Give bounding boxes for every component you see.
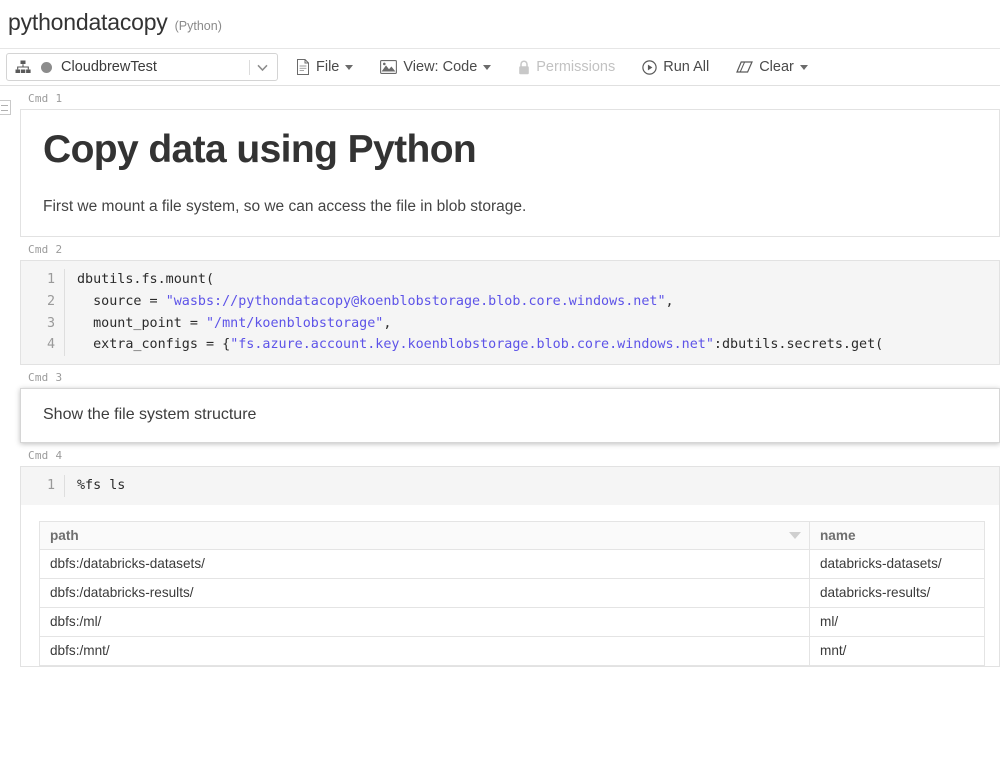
table-row[interactable]: dbfs:/mnt/mnt/ [39,635,985,666]
code-string: "wasbs://pythondatacopy@koenblobstorage.… [165,293,666,309]
markdown-heading: Copy data using Python [43,128,477,171]
table-cell: dbfs:/databricks-datasets/ [39,548,810,579]
markdown-text: Show the file system structure [43,406,257,424]
column-sort-caret-icon[interactable] [789,532,801,540]
table-row[interactable]: dbfs:/databricks-datasets/databricks-dat… [39,548,985,579]
chevron-down-icon [799,64,808,70]
permissions-button: Permissions [509,50,624,84]
code-line: 1 dbutils.fs.mount( [21,269,999,291]
line-number: 1 [21,269,65,291]
notebook-language: (Python) [174,19,222,33]
column-header-path[interactable]: path [39,520,810,550]
notebook-cell-2[interactable]: 1 dbutils.fs.mount( 2 source = "wasbs://py… [20,260,1000,366]
code-token: source = [77,293,166,309]
run-all-label: Run All [663,59,710,75]
table-cell: databricks-results/ [809,577,985,608]
table-cell: databricks-datasets/ [809,548,985,579]
notebook-cell-1[interactable]: Copy data using Python First we mount a … [20,109,1000,237]
clear-label: Clear [759,59,794,75]
cmd-label-text: Cmd [28,92,49,105]
notebook-cell-3[interactable]: Show the file system structure [20,388,1000,444]
table-cell: ml/ [809,606,985,637]
line-number: 2 [21,290,65,313]
notebook-title-bar: pythondatacopy (Python) [0,0,1000,48]
play-circle-icon [642,59,657,75]
code-editor[interactable]: 1 dbutils.fs.mount( 2 source = "wasbs://py… [21,261,999,365]
cmd-label-4: Cmd 4 [0,443,1000,466]
cmd-number: 4 [55,449,63,463]
cmd-label-text: Cmd [28,449,49,463]
notebook-cell-4[interactable]: 1 %fs ls path name dbfs:/databricks-datase… [20,466,1000,667]
code-line: 1 %fs ls [21,475,999,497]
cmd-label-1: Cmd 1 [0,86,1000,109]
code-token: extra_configs = { [77,337,231,353]
code-token: :dbutils.secrets.get( [713,337,884,353]
chevron-down-icon [483,64,492,70]
cmd-label-2: Cmd 2 [0,237,1000,260]
code-text: mount_point = "/mnt/koenblobstorage", [65,313,391,335]
image-icon [380,60,398,74]
table-row[interactable]: dbfs:/ml/ml/ [39,606,985,637]
cmd-number: 3 [55,371,63,385]
code-token: , [383,315,392,331]
markdown-paragraph: First we mount a file system, so we can … [43,198,527,215]
file-menu-button[interactable]: File [287,50,362,84]
code-text: extra_configs = {"fs.azure.account.key.k… [65,334,883,356]
cmd-label-text: Cmd [28,371,49,385]
page-title[interactable]: pythondatacopy [8,9,168,36]
column-header-name[interactable]: name [809,520,985,550]
cluster-name: CloudbrewTest [61,59,157,75]
result-table-container: path name dbfs:/databricks-datasets/datab… [21,504,999,666]
view-menu-button[interactable]: View: Code [371,50,500,84]
divider [249,59,250,75]
collapse-cell-handle[interactable] [0,100,11,115]
table-cell: dbfs:/mnt/ [39,635,810,666]
cmd-label-3: Cmd 3 [0,365,1000,388]
table-row[interactable]: dbfs:/databricks-results/databricks-resu… [39,577,985,608]
cluster-selector[interactable]: CloudbrewTest [6,53,278,81]
file-icon [296,59,310,75]
notebook-body: Cmd 1 Copy data using Python First we mou… [0,86,1000,667]
cmd-label-text: Cmd [28,243,49,256]
result-table-body: dbfs:/databricks-datasets/databricks-dat… [39,548,985,666]
notebook-toolbar: CloudbrewTest File View: Code Permission… [0,48,1000,86]
table-header-row: path name [39,520,985,550]
code-token: , [665,293,674,309]
cluster-status-dot [41,61,52,73]
markdown-content: Copy data using Python First we mount a … [21,110,999,236]
eraser-icon [736,61,754,73]
file-menu-label: File [316,59,340,75]
cmd-number: 1 [55,92,63,105]
result-table-head: path name [39,520,985,550]
table-cell: dbfs:/databricks-results/ [39,577,810,608]
chevron-down-icon [345,64,354,70]
run-all-button[interactable]: Run All [633,50,718,84]
code-editor[interactable]: 1 %fs ls [21,467,999,505]
cmd-number: 2 [55,243,63,256]
code-line: 2 source = "wasbs://pythondatacopy@koenb… [21,290,999,313]
code-token: mount_point = [77,315,206,331]
table-cell: dbfs:/ml/ [39,606,810,637]
line-number: 3 [21,312,65,335]
code-string: "/mnt/koenblobstorage" [206,315,384,331]
code-line: 4 extra_configs = {"fs.azure.account.key… [21,334,999,357]
code-token: %fs ls [77,478,126,494]
code-text: dbutils.fs.mount( [65,269,214,291]
table-cell: mnt/ [809,635,985,666]
permissions-label: Permissions [536,59,616,75]
clear-menu-button[interactable]: Clear [727,50,817,84]
code-text: %fs ls [65,475,125,497]
line-number: 1 [21,475,65,497]
view-menu-label: View: Code [403,59,478,75]
cluster-icon [15,60,31,74]
line-number: 4 [21,334,65,357]
result-table: path name dbfs:/databricks-datasets/datab… [39,520,985,666]
code-string: "fs.azure.account.key.koenblobstorage.bl… [230,337,714,353]
chevron-down-icon[interactable] [256,61,269,74]
code-line: 3 mount_point = "/mnt/koenblobstorage", [21,312,999,335]
lock-icon [518,60,530,75]
code-text: source = "wasbs://pythondatacopy@koenblo… [65,291,674,313]
code-token: dbutils.fs.mount( [77,272,215,287]
